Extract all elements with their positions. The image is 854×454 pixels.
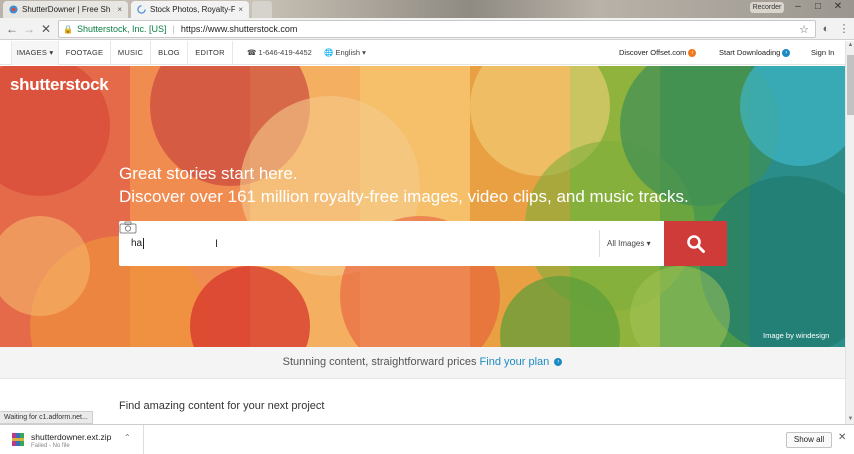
media-type-dropdown[interactable]: All Images ▾	[607, 221, 651, 266]
camera-icon[interactable]	[119, 221, 137, 234]
section-heading: Find amazing content for your next proje…	[119, 400, 325, 412]
text-cursor	[143, 237, 145, 249]
download-item[interactable]: shutterdowner.ext.zip Failed - No file ⌃	[0, 425, 144, 454]
nav-images[interactable]: IMAGES ▾	[11, 41, 59, 65]
minimize-button[interactable]: –	[788, 0, 808, 14]
nav-music[interactable]: MUSIC	[111, 41, 151, 65]
scrollbar-thumb[interactable]	[847, 55, 854, 115]
stop-loading-button[interactable]: ✕	[38, 21, 54, 37]
scroll-up-icon[interactable]: ▲	[846, 41, 854, 50]
new-tab-button[interactable]	[252, 1, 272, 18]
tab-shutterdowner[interactable]: ShutterDowner | Free Sh ×	[3, 1, 128, 18]
hero-banner: shutterstock Great stories start here. D…	[0, 66, 845, 347]
image-credit[interactable]: Image by windesign	[763, 331, 829, 340]
back-button[interactable]: ←	[4, 21, 20, 37]
close-window-button[interactable]: ✕	[828, 0, 848, 14]
start-downloading-link[interactable]: Start Downloading ›	[719, 41, 791, 65]
shutterdowner-favicon-icon	[9, 5, 18, 14]
nav-footage[interactable]: FOOTAGE	[59, 41, 111, 65]
search-icon	[687, 235, 705, 253]
discover-offset-link[interactable]: Discover Offset.com ›	[619, 41, 697, 65]
arrow-right-icon: ›	[688, 49, 697, 58]
globe-icon: 🌐	[324, 48, 334, 57]
close-icon[interactable]: ✕	[838, 432, 846, 443]
pricing-strip: Stunning content, straightforward prices…	[0, 347, 845, 379]
browser-toolbar: ← → ✕ 🔒 Shutterstock, Inc. [US] | https:…	[0, 18, 854, 40]
search-box: ha I All Images ▾	[119, 221, 664, 266]
tab-close-icon[interactable]: ×	[117, 5, 122, 14]
discover-label: Discover Offset.com	[619, 48, 687, 57]
maximize-button[interactable]: □	[808, 0, 828, 14]
download-shelf: shutterdowner.ext.zip Failed - No file ⌃…	[0, 424, 854, 454]
address-separator: |	[172, 24, 175, 34]
zip-archive-icon	[12, 433, 24, 446]
phone-icon: ☎	[247, 48, 257, 57]
find-your-plan-link[interactable]: Find your plan ›	[480, 356, 563, 368]
arrow-right-icon: ›	[782, 49, 791, 58]
arrow-right-icon: ›	[554, 358, 563, 367]
tab-close-icon[interactable]: ×	[238, 5, 243, 14]
download-filename: shutterdowner.ext.zip	[31, 432, 112, 442]
tab-title: Stock Photos, Royalty-Fr	[150, 5, 236, 14]
tab-title: ShutterDowner | Free Sh	[22, 5, 111, 14]
phone-link[interactable]: ☎ 1-646-419-4452	[247, 41, 312, 65]
extension-icon[interactable]: ◐	[818, 21, 834, 37]
search-input-value: ha	[131, 238, 143, 249]
show-all-button[interactable]: Show all	[786, 432, 832, 448]
start-label: Start Downloading	[719, 48, 781, 57]
bookmark-star-icon[interactable]: ☆	[799, 23, 809, 36]
language-selector[interactable]: 🌐 English ▾	[324, 41, 366, 65]
loading-status: Waiting for c1.adform.net...	[0, 411, 93, 424]
pricing-text: Stunning content, straightforward prices	[282, 356, 477, 368]
hero-headline: Great stories start here.	[119, 164, 298, 183]
search-button[interactable]	[664, 221, 727, 266]
recorder-badge: Recorder	[750, 2, 784, 13]
browser-tab-strip: ShutterDowner | Free Sh × Stock Photos, …	[0, 0, 854, 18]
lock-icon: 🔒	[63, 24, 73, 34]
menu-icon[interactable]: ⋮	[836, 21, 852, 37]
shutterstock-logo[interactable]: shutterstock	[10, 75, 109, 95]
sign-in-link[interactable]: Sign In	[811, 41, 834, 65]
download-status: Failed - No file	[31, 443, 70, 449]
site-header: IMAGES ▾ FOOTAGE MUSIC BLOG EDITOR ☎ 1-6…	[0, 41, 845, 65]
search-input[interactable]: ha	[131, 221, 551, 266]
scroll-down-icon[interactable]: ▼	[846, 415, 854, 424]
loading-spinner-icon	[137, 5, 146, 14]
nav-editor[interactable]: EDITOR	[188, 41, 233, 65]
ibeam-cursor-icon: I	[215, 238, 219, 250]
forward-button[interactable]: →	[21, 21, 37, 37]
url-text: https://www.shutterstock.com	[180, 24, 298, 34]
phone-number: 1-646-419-4452	[258, 48, 312, 57]
chevron-up-icon[interactable]: ⌃	[124, 433, 131, 442]
address-bar[interactable]: 🔒 Shutterstock, Inc. [US] | https://www.…	[58, 20, 816, 38]
search-divider	[599, 230, 600, 257]
language-label: English ▾	[335, 48, 366, 57]
find-plan-label: Find your plan	[479, 356, 550, 368]
tab-shutterstock[interactable]: Stock Photos, Royalty-Fr ×	[131, 1, 249, 18]
site-identity: Shutterstock, Inc. [US]	[76, 24, 167, 34]
page-scrollbar[interactable]: ▲ ▼	[845, 41, 854, 424]
hero-subheadline: Discover over 161 million royalty-free i…	[119, 187, 689, 206]
nav-blog[interactable]: BLOG	[151, 41, 188, 65]
